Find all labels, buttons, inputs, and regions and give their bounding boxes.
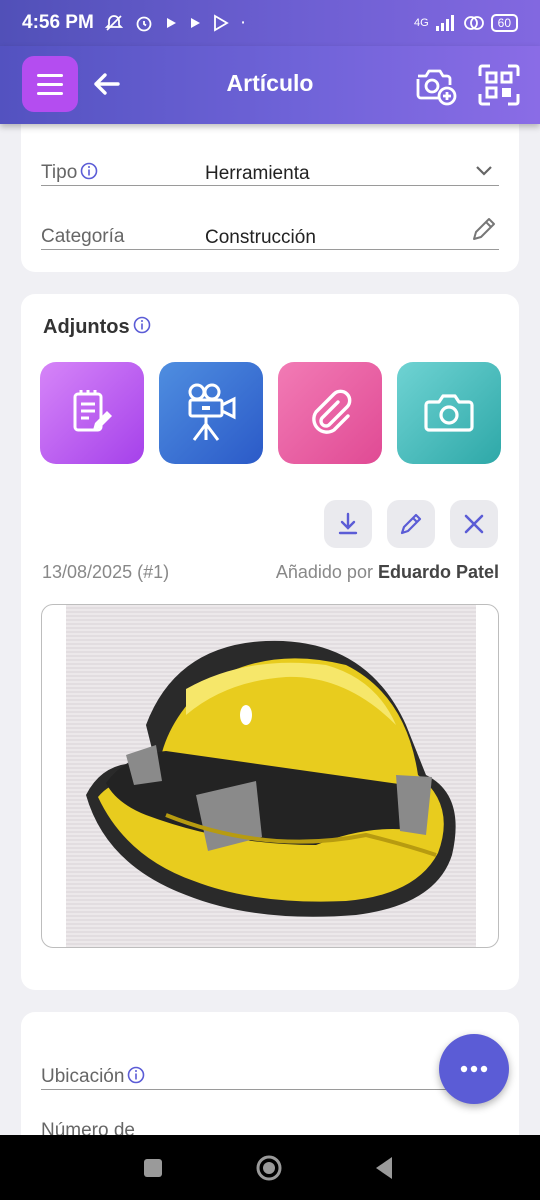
more-actions-button[interactable] bbox=[439, 1034, 509, 1104]
categoria-field[interactable]: Categoría Construcción bbox=[41, 206, 499, 250]
qr-scan-icon[interactable] bbox=[476, 62, 522, 108]
bell-off-icon bbox=[104, 15, 123, 31]
delete-attachment-button[interactable] bbox=[450, 500, 498, 548]
status-time: 4:56 PM bbox=[22, 12, 94, 33]
video-camera-icon bbox=[188, 383, 236, 441]
tipo-label: Tipo bbox=[41, 162, 98, 184]
play-icon bbox=[190, 18, 200, 28]
chevron-down-icon[interactable] bbox=[475, 165, 493, 177]
tipo-field[interactable]: Tipo Herramienta bbox=[41, 142, 499, 186]
edit-attachment-button[interactable] bbox=[387, 500, 435, 548]
status-bar: 4:56 PM · 4G 60 bbox=[0, 0, 540, 46]
camera-add-icon[interactable] bbox=[412, 62, 458, 108]
add-note-button[interactable] bbox=[40, 362, 144, 464]
play-icon bbox=[166, 18, 176, 28]
categoria-value: Construcción bbox=[205, 227, 316, 248]
add-video-button[interactable] bbox=[159, 362, 263, 464]
recents-icon[interactable] bbox=[138, 1153, 168, 1183]
notification-icons: · bbox=[104, 12, 246, 34]
details-card: Tipo Herramienta Categoría Construcción bbox=[21, 110, 519, 272]
hard-hat-image bbox=[86, 640, 456, 917]
info-icon[interactable] bbox=[127, 1066, 145, 1084]
attachment-image[interactable] bbox=[41, 604, 499, 948]
download-icon bbox=[338, 512, 358, 535]
categoria-label: Categoría bbox=[41, 226, 125, 247]
info-icon[interactable] bbox=[133, 316, 151, 334]
play-store-icon bbox=[213, 14, 229, 32]
close-icon bbox=[464, 514, 484, 534]
page-title: Artículo bbox=[226, 70, 314, 96]
tipo-label-text: Tipo bbox=[41, 162, 78, 183]
edit-pencil-icon[interactable] bbox=[469, 214, 499, 244]
tipo-value: Herramienta bbox=[205, 163, 310, 184]
download-button[interactable] bbox=[324, 500, 372, 548]
edit-pencil-icon bbox=[400, 513, 422, 535]
ubicacion-label: Ubicación bbox=[41, 1066, 145, 1088]
ubicacion-field[interactable]: Ubicación bbox=[41, 1046, 499, 1090]
added-by-name: Eduardo Patel bbox=[377, 562, 499, 582]
home-icon[interactable] bbox=[254, 1153, 284, 1183]
ubicacion-label-text: Ubicación bbox=[41, 1066, 125, 1087]
attachments-title-text: Adjuntos bbox=[43, 316, 130, 338]
notes-icon bbox=[73, 390, 112, 432]
signal-icon bbox=[435, 15, 454, 31]
alarm-icon bbox=[136, 16, 152, 32]
attachment-photo bbox=[66, 605, 476, 947]
network-label: 4G bbox=[413, 17, 429, 29]
attachment-date: 13/08/2025 (#1) bbox=[42, 562, 170, 582]
attachments-title: Adjuntos bbox=[43, 316, 151, 339]
link-icon bbox=[463, 16, 484, 30]
battery-indicator: 60 bbox=[490, 14, 518, 32]
info-icon[interactable] bbox=[80, 162, 98, 180]
attachment-added-by: Añadido por Eduardo Patel bbox=[276, 562, 499, 583]
attachments-card: Adjuntos 13/08/2025 (#1) Añadido por Edu… bbox=[21, 294, 519, 990]
system-nav-bar bbox=[0, 1135, 540, 1200]
app-bar: Artículo bbox=[0, 46, 540, 124]
paperclip-icon bbox=[312, 389, 352, 434]
camera-icon bbox=[424, 394, 474, 432]
added-by-prefix: Añadido por bbox=[275, 562, 373, 582]
add-photo-button[interactable] bbox=[397, 362, 501, 464]
more-horizontal-icon bbox=[460, 1065, 488, 1073]
dot-icon: · bbox=[239, 12, 247, 33]
add-file-button[interactable] bbox=[278, 362, 382, 464]
back-icon[interactable] bbox=[370, 1153, 400, 1183]
